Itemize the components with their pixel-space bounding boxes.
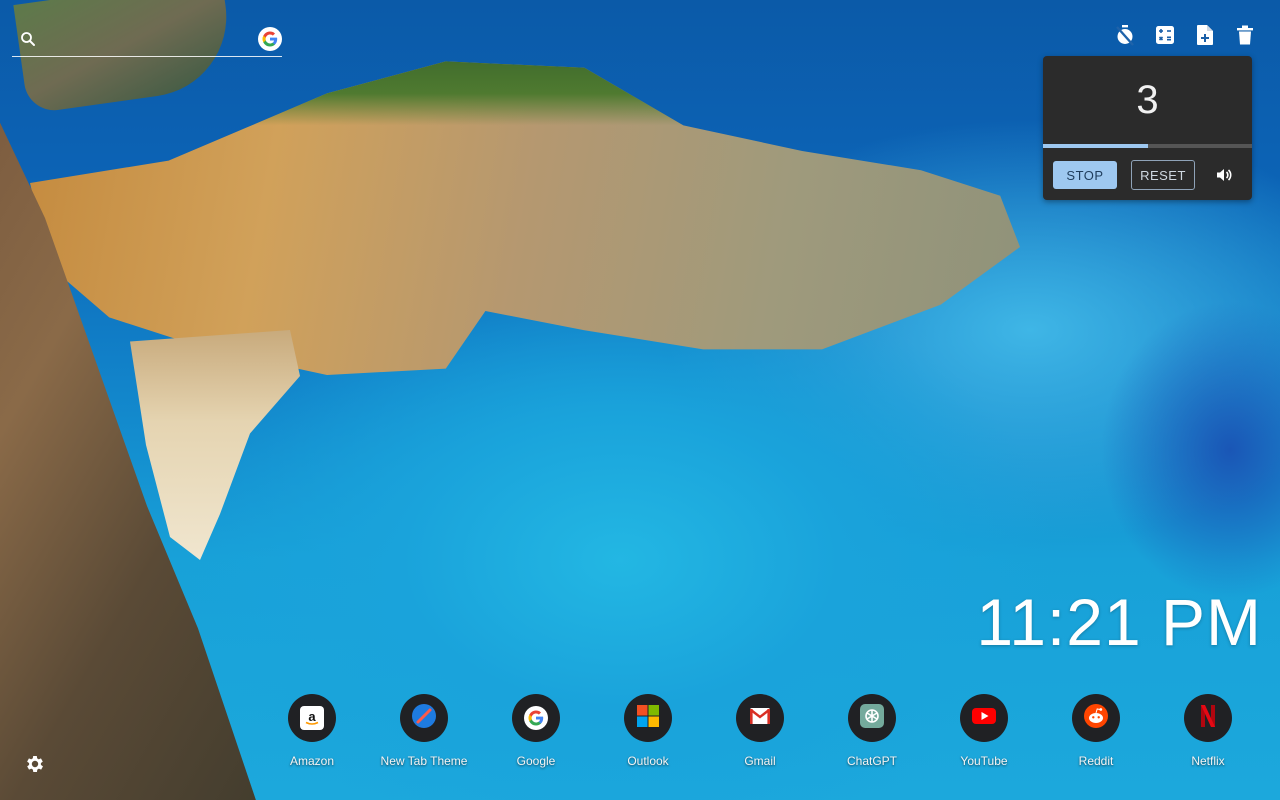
shortcut-google[interactable]: Google: [480, 694, 592, 768]
shortcut-chatgpt[interactable]: ChatGPT: [816, 694, 928, 768]
gear-icon[interactable]: [24, 753, 48, 777]
amazon-icon: a: [300, 706, 324, 730]
reddit-icon: [1083, 703, 1109, 734]
shortcut-amazon[interactable]: a Amazon: [256, 694, 368, 768]
search-icon[interactable]: [16, 27, 40, 51]
shortcut-reddit[interactable]: Reddit: [1040, 694, 1152, 768]
timer-progress-fill: [1043, 144, 1148, 148]
volume-icon[interactable]: [1216, 166, 1234, 184]
shortcut-outlook[interactable]: Outlook: [592, 694, 704, 768]
shortcut-circle: [1072, 694, 1120, 742]
shortcut-new-tab-theme[interactable]: New Tab Theme: [368, 694, 480, 768]
google-icon[interactable]: [258, 27, 282, 51]
shortcut-circle: [400, 694, 448, 742]
timer-value: 3: [1136, 77, 1159, 122]
trash-icon[interactable]: [1234, 24, 1256, 46]
shortcut-gmail[interactable]: Gmail: [704, 694, 816, 768]
shortcut-label: Netflix: [1191, 754, 1225, 768]
youtube-icon: [971, 706, 997, 731]
shortcut-label: New Tab Theme: [380, 754, 468, 768]
chatgpt-icon: [859, 703, 885, 734]
shortcut-circle: [736, 694, 784, 742]
new-tab-theme-icon: [411, 703, 437, 734]
timer-widget: 3 STOP RESET: [1043, 56, 1252, 200]
search-bar: [12, 22, 282, 57]
outlook-icon: [636, 704, 660, 733]
shortcut-label: Amazon: [289, 754, 335, 768]
shortcut-label: Reddit: [1078, 754, 1114, 768]
shortcut-circle: [512, 694, 560, 742]
clock: 11:21 PM: [976, 585, 1262, 659]
shortcut-label: Gmail: [744, 754, 776, 768]
timer-progress-track: [1043, 144, 1252, 148]
note-add-icon[interactable]: [1194, 24, 1216, 46]
shortcut-circle: a: [288, 694, 336, 742]
shortcut-circle: [960, 694, 1008, 742]
shortcut-label: YouTube: [960, 754, 1008, 768]
shortcut-circle: [1184, 694, 1232, 742]
shortcut-netflix[interactable]: Netflix: [1152, 694, 1264, 768]
shortcut-label: Outlook: [627, 754, 669, 768]
shortcut-youtube[interactable]: YouTube: [928, 694, 1040, 768]
search-input[interactable]: [48, 30, 258, 48]
shortcut-circle: [848, 694, 896, 742]
timer-controls: STOP RESET: [1043, 148, 1252, 200]
calculator-icon[interactable]: [1154, 24, 1176, 46]
reset-button[interactable]: RESET: [1131, 160, 1195, 190]
shortcut-label: ChatGPT: [846, 754, 897, 768]
shortcut-bar: a Amazon New Tab Theme Google Outlook Gm…: [256, 694, 1264, 768]
google-icon: [524, 706, 548, 730]
netflix-icon: [1199, 704, 1217, 733]
toolbar: [1114, 24, 1256, 46]
gmail-icon: [748, 704, 772, 733]
shortcut-circle: [624, 694, 672, 742]
stop-button[interactable]: STOP: [1053, 161, 1117, 189]
timer-off-icon[interactable]: [1114, 24, 1136, 46]
svg-text:a: a: [308, 709, 316, 724]
shortcut-label: Google: [516, 754, 556, 768]
